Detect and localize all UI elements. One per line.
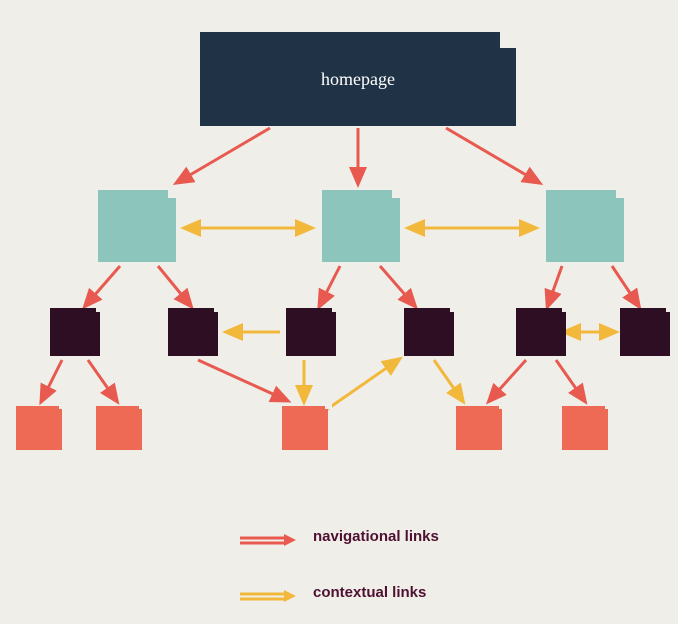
node-l3-5	[562, 406, 608, 450]
node-l2-3	[286, 308, 336, 356]
node-l2-6	[620, 308, 670, 356]
homepage-label: homepage	[321, 69, 395, 90]
legend-nav: navigational links	[235, 528, 439, 545]
legend-ctx: contextual links	[235, 584, 426, 601]
node-l3-2	[96, 406, 142, 450]
node-l2-4	[404, 308, 454, 356]
node-l2-5	[516, 308, 566, 356]
nav-arrows	[42, 128, 638, 400]
node-l1-2	[322, 190, 400, 262]
legend-ctx-label: contextual links	[313, 584, 426, 601]
node-l3-1	[16, 406, 62, 450]
node-homepage: homepage	[200, 32, 516, 126]
sitemap-diagram: homepage navigational links contextual l…	[0, 0, 678, 624]
node-l2-2	[168, 308, 218, 356]
legend-nav-label: navigational links	[313, 528, 439, 545]
node-l3-4	[456, 406, 502, 450]
node-l1-1	[98, 190, 176, 262]
node-l1-3	[546, 190, 624, 262]
node-l2-1	[50, 308, 100, 356]
node-l3-3	[282, 406, 328, 450]
